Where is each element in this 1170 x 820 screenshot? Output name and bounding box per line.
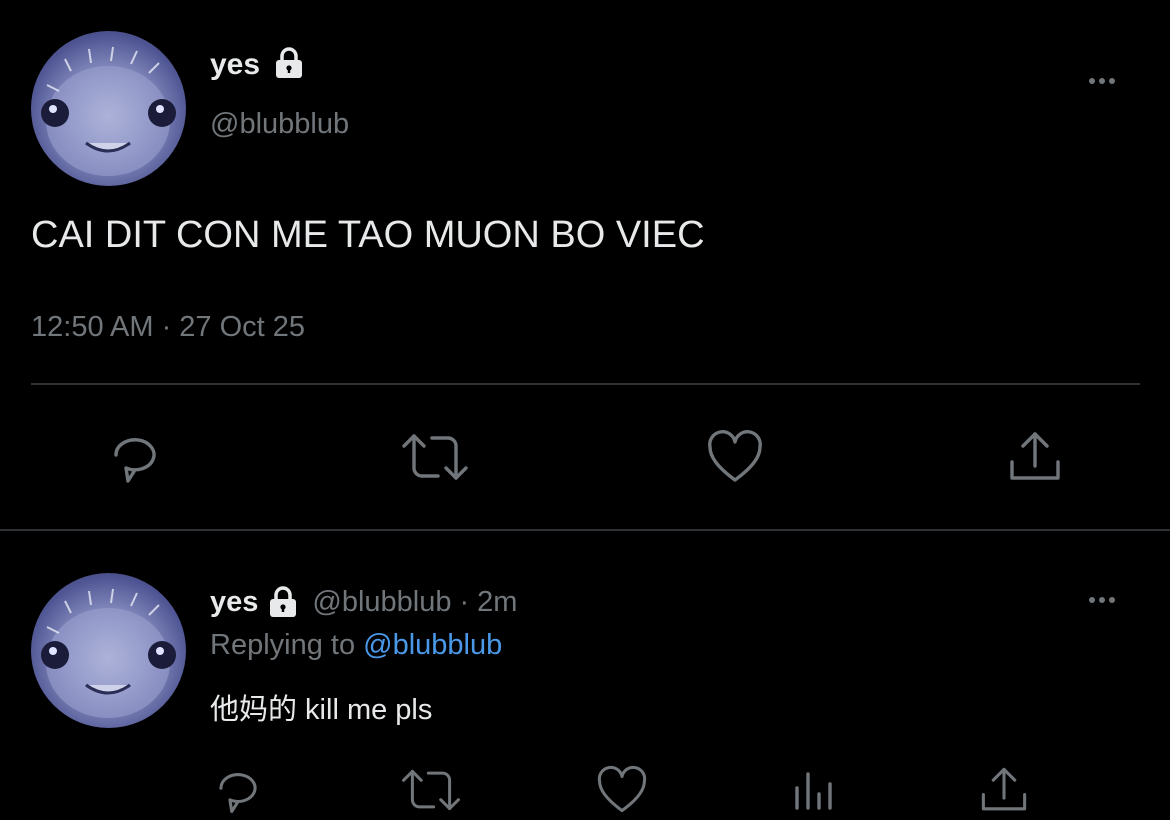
like-icon[interactable] [596,764,648,816]
separator: · [459,585,470,618]
more-horizontal-icon[interactable] [1089,78,1115,84]
display-name[interactable]: yes [210,48,260,82]
lock-icon [266,585,300,619]
reply-icon[interactable] [212,764,264,816]
more-horizontal-icon[interactable] [1089,597,1115,603]
share-icon[interactable] [978,764,1030,816]
timestamp[interactable]: 12:50 AM · 27 Oct 25 [31,311,305,344]
reply-icon[interactable] [106,428,164,486]
replying-label: Replying to [210,629,356,661]
pufferfish-avatar [41,588,176,718]
share-icon[interactable] [1006,428,1064,486]
display-name[interactable]: yes [210,586,258,619]
lock-icon [272,46,306,80]
time-ago[interactable]: 2m [477,586,517,619]
section-divider [0,529,1170,531]
analytics-icon[interactable] [790,764,836,814]
reply-text: 他妈的 kill me pls [210,694,433,726]
handle[interactable]: @blubblub [210,108,349,141]
pufferfish-avatar [41,46,176,176]
like-icon[interactable] [706,428,764,486]
avatar[interactable] [31,573,186,728]
divider [31,383,1140,385]
replying-handle-link[interactable]: @blubblub [363,629,502,661]
avatar[interactable] [31,31,186,186]
reply-header: yes @blubblub · 2m [210,585,517,619]
handle[interactable]: @blubblub [312,586,451,619]
retweet-icon[interactable] [400,764,462,816]
tweet-text: CAI DIT CON ME TAO MUON BO VIEC [31,214,705,256]
retweet-icon[interactable] [400,428,470,486]
replying-to: Replying to @blubblub [210,629,502,662]
